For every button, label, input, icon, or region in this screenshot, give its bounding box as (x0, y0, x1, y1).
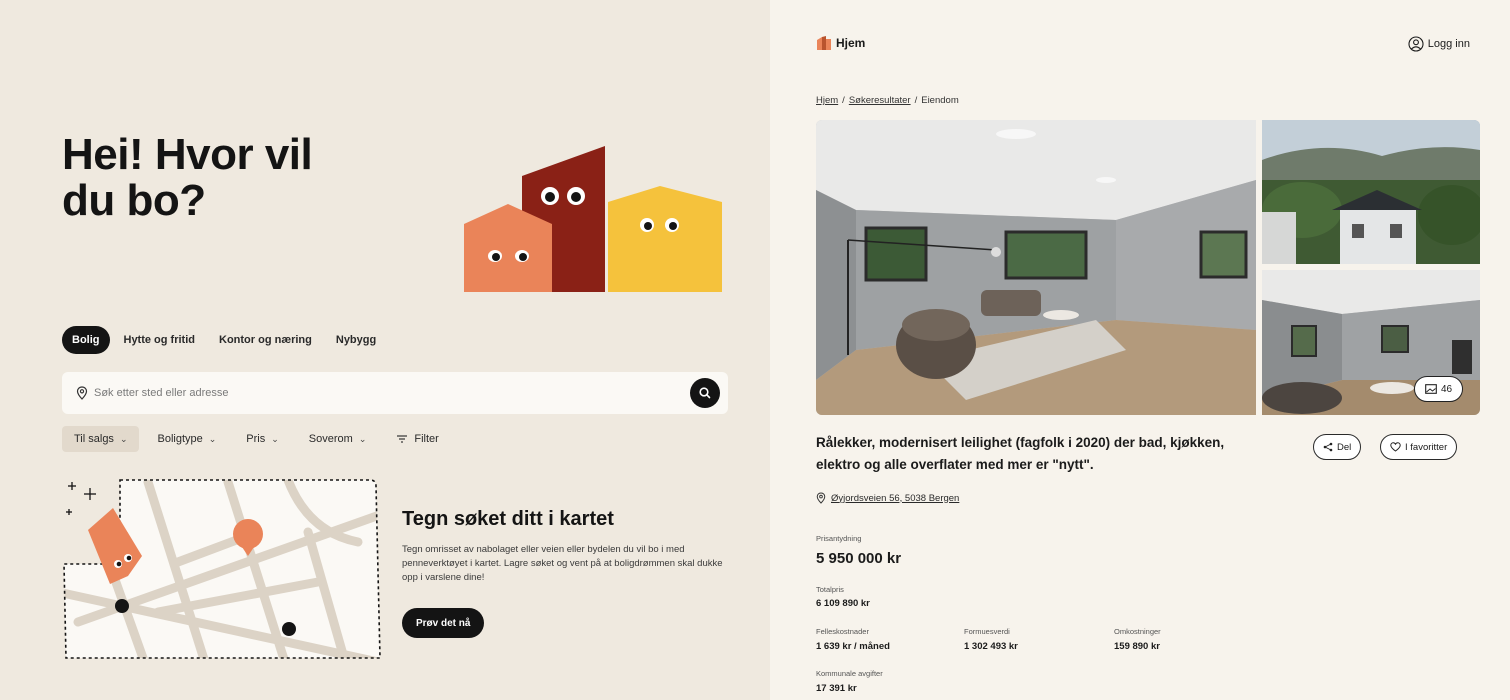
filter-soverom[interactable]: Soverom ⌄ (297, 426, 379, 452)
address-link[interactable]: Øyjordsveien 56, 5038 Bergen (831, 493, 959, 504)
houses-illustration (464, 146, 722, 292)
search-icon (699, 387, 711, 399)
exterior-photo[interactable] (1262, 120, 1480, 264)
filter-icon (397, 435, 408, 443)
favorite-button[interactable]: I favoritter (1380, 434, 1458, 460)
filter-label: Boligtype (157, 433, 203, 445)
photo-count: 46 (1441, 383, 1453, 395)
chevron-down-icon: ⌄ (208, 433, 217, 444)
total-price-label: Totalpris (816, 585, 844, 594)
house-logo-icon (817, 36, 831, 50)
asking-price-label: Prisantydning (816, 534, 862, 543)
main-property-photo[interactable] (816, 120, 1256, 415)
total-price-value: 6 109 890 kr (816, 598, 870, 609)
shared-cost-label: Felleskostnader (816, 627, 869, 636)
location-pin-icon (76, 386, 88, 400)
breadcrumb-separator: / (842, 95, 845, 106)
hero-title: Hei! Hvor vil du bo? (62, 130, 313, 225)
filter-til-salgs[interactable]: Til salgs ⌄ (62, 426, 140, 452)
listing-page: Hjem Logg inn Hjem / Søkeresultater / Ei… (770, 0, 1510, 700)
chevron-down-icon: ⌄ (119, 433, 128, 444)
tab-kontor-og-naering[interactable]: Kontor og næring (209, 326, 322, 354)
filter-label: Filter (414, 433, 439, 445)
filter-label: Soverom (308, 433, 353, 445)
share-label: Del (1337, 441, 1352, 453)
tab-bolig[interactable]: Bolig (62, 326, 110, 354)
search-button[interactable] (690, 378, 720, 408)
search-input[interactable] (94, 387, 690, 399)
image-gallery-icon (1425, 384, 1437, 394)
address: Øyjordsveien 56, 5038 Bergen (816, 492, 959, 504)
draw-search-description: Tegn omrisset av nabolaget eller veien e… (402, 544, 723, 583)
asking-price-value: 5 950 000 kr (816, 550, 902, 567)
wealth-value-label: Formuesverdi (964, 627, 1010, 636)
listing-title: Rålekker, modernisert leilighet (fagfolk… (816, 435, 1225, 472)
user-icon (1408, 36, 1424, 52)
favorite-label: I favoritter (1405, 441, 1448, 453)
shared-cost-value: 1 639 kr / måned (816, 641, 890, 652)
tab-nybygg[interactable]: Nybygg (326, 326, 386, 354)
fees-value: 159 890 kr (1114, 641, 1160, 652)
breadcrumb: Hjem / Søkeresultater / Eiendom (816, 95, 959, 106)
tab-hytte-og-fritid[interactable]: Hytte og fritid (114, 326, 206, 354)
login-button[interactable]: Logg inn (1408, 36, 1470, 52)
municipal-fees-label: Kommunale avgifter (816, 669, 883, 678)
fees-label: Omkostninger (1114, 627, 1161, 636)
breadcrumb-separator: / (914, 95, 918, 106)
map-illustration (63, 479, 381, 659)
draw-search-title: Tegn søket ditt i kartet (402, 508, 614, 530)
filter-label: Pris (246, 433, 266, 445)
property-type-tabs: Bolig Hytte og fritid Kontor og næring N… (62, 326, 386, 354)
breadcrumb-home[interactable]: Hjem (816, 95, 838, 106)
share-icon (1323, 442, 1333, 452)
login-label: Logg inn (1427, 38, 1470, 50)
try-now-button[interactable]: Prøv det nå (402, 608, 485, 638)
location-pin-icon (816, 492, 826, 504)
filter-boligtype[interactable]: Boligtype ⌄ (145, 426, 228, 452)
hjem-logo[interactable]: Hjem (816, 36, 865, 50)
heart-icon (1390, 442, 1401, 452)
logo-text: Hjem (836, 36, 866, 50)
municipal-fees-value: 17 391 kr (816, 683, 857, 694)
breadcrumb-search-results[interactable]: Søkeresultater (849, 95, 911, 106)
wealth-value-value: 1 302 493 kr (964, 641, 1018, 652)
search-bar (62, 372, 728, 414)
chevron-down-icon: ⌄ (358, 433, 367, 444)
breadcrumb-current: Eiendom (921, 95, 959, 106)
chevron-down-icon: ⌄ (271, 433, 279, 444)
photo-count-button[interactable]: 46 (1414, 376, 1464, 402)
filter-more-button[interactable]: Filter (384, 426, 450, 452)
filter-pris[interactable]: Pris ⌄ (234, 426, 291, 452)
filter-bar: Til salgs ⌄ Boligtype ⌄ Pris ⌄ Soverom ⌄… (62, 426, 451, 452)
filter-label: Til salgs (74, 433, 114, 445)
share-button[interactable]: Del (1313, 434, 1362, 460)
search-page: Hei! Hvor vil du bo? Bolig Hytte og frit… (0, 0, 770, 700)
